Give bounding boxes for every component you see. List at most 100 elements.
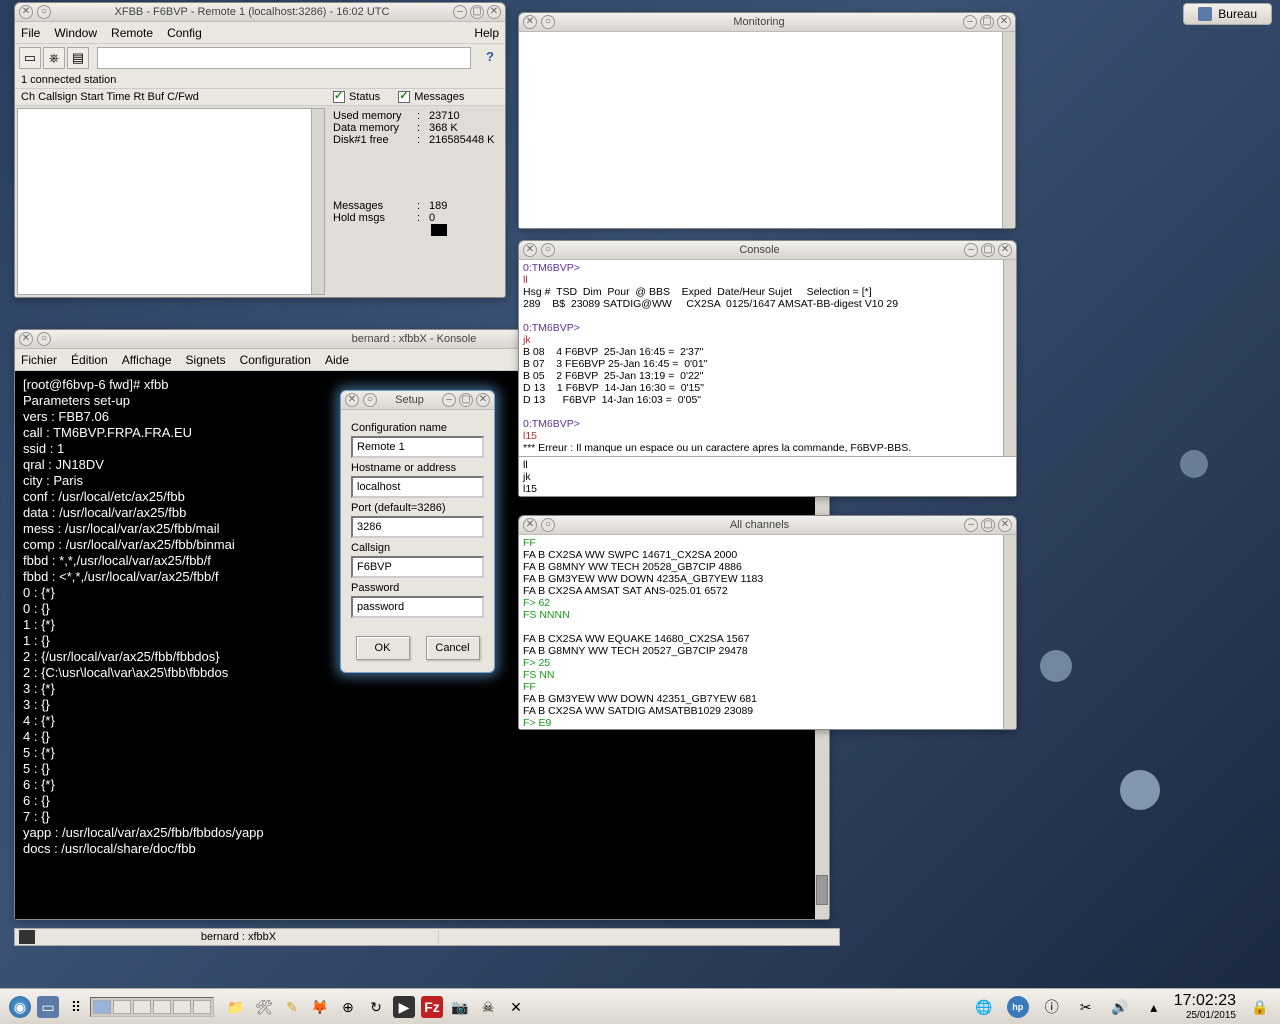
clipboard-icon[interactable]: ✂ xyxy=(1075,996,1097,1018)
panel-clock[interactable]: 17:02:23 25/01/2015 xyxy=(1174,992,1240,1021)
menu-window[interactable]: Window xyxy=(54,26,97,40)
desktop-4[interactable] xyxy=(153,1000,171,1014)
desktop-2[interactable] xyxy=(113,1000,131,1014)
window-menu-icon[interactable]: ✕ xyxy=(523,15,537,29)
menu-remote[interactable]: Remote xyxy=(111,26,153,40)
tool-icon[interactable]: ✎ xyxy=(281,996,303,1018)
maximize-icon[interactable]: ▢ xyxy=(981,243,995,257)
menu-file[interactable]: File xyxy=(21,26,40,40)
kmenu-icon[interactable]: ◉ xyxy=(9,996,31,1018)
command-input[interactable] xyxy=(97,47,471,69)
desktop-pager-button[interactable]: Bureau xyxy=(1183,3,1272,25)
window-pin-icon[interactable]: ○ xyxy=(541,518,555,532)
maximize-icon[interactable]: ▢ xyxy=(980,15,994,29)
console-output[interactable]: 0:TM6BVP> ll Hsg # TSD Dim Pour @ BBS Ex… xyxy=(519,260,1016,456)
close-icon[interactable]: ✕ xyxy=(487,5,501,19)
window-menu-icon[interactable]: ✕ xyxy=(523,518,537,532)
close-icon[interactable]: ✕ xyxy=(997,15,1011,29)
hp-icon[interactable]: hp xyxy=(1007,996,1029,1018)
minimize-icon[interactable]: – xyxy=(963,15,977,29)
host-input[interactable] xyxy=(351,476,484,498)
console-input[interactable]: ll jk l15 xyxy=(519,456,1016,496)
channels-output[interactable]: FF FA B CX2SA WW SWPC 14671_CX2SA 2000 F… xyxy=(519,535,1016,729)
setup-titlebar[interactable]: ✕ ○ Setup – ▢ ✕ xyxy=(341,391,494,410)
desktop-3[interactable] xyxy=(133,1000,151,1014)
terminal-icon[interactable]: ▶ xyxy=(393,996,415,1018)
console-scrollbar[interactable] xyxy=(1003,260,1016,456)
tool-gauge-icon[interactable]: ⎈ xyxy=(43,47,65,69)
status-checkbox[interactable]: Status xyxy=(333,91,380,103)
ok-button[interactable]: OK xyxy=(356,636,410,660)
call-input[interactable] xyxy=(351,556,484,578)
messages-checkbox[interactable]: Messages xyxy=(398,91,464,103)
cfg-input[interactable] xyxy=(351,436,484,458)
station-list[interactable] xyxy=(17,108,325,295)
menu-help[interactable]: Aide xyxy=(325,353,349,367)
window-pin-icon[interactable]: ○ xyxy=(363,393,377,407)
tray-arrow-icon[interactable]: ▴ xyxy=(1143,996,1165,1018)
menu-file[interactable]: Fichier xyxy=(21,353,57,367)
settings-icon[interactable]: 🛠 xyxy=(253,996,275,1018)
window-pin-icon[interactable]: ○ xyxy=(541,243,555,257)
activities-icon[interactable]: ⠿ xyxy=(65,996,87,1018)
hold-count: 0 xyxy=(429,212,435,224)
volume-icon[interactable]: 🔊 xyxy=(1109,996,1131,1018)
channels-scrollbar[interactable] xyxy=(1003,535,1016,729)
maximize-icon[interactable]: ▢ xyxy=(981,518,995,532)
channels-window: ✕○ All channels –▢✕ FF FA B CX2SA WW SWP… xyxy=(518,515,1017,730)
minimize-icon[interactable]: – xyxy=(453,5,467,19)
filezilla-icon[interactable]: Fz xyxy=(421,996,443,1018)
skull-icon[interactable]: ☠ xyxy=(477,996,499,1018)
firefox-icon[interactable]: 🦊 xyxy=(309,996,331,1018)
desktop-6[interactable] xyxy=(193,1000,211,1014)
tool-list-icon[interactable]: ▤ xyxy=(67,47,89,69)
tool-console-icon[interactable]: ▭ xyxy=(19,47,41,69)
menu-view[interactable]: Affichage xyxy=(122,353,172,367)
minimize-icon[interactable]: – xyxy=(964,518,978,532)
window-menu-icon[interactable]: ✕ xyxy=(19,332,33,346)
window-menu-icon[interactable]: ✕ xyxy=(345,393,359,407)
window-pin-icon[interactable]: ○ xyxy=(541,15,555,29)
window-pin-icon[interactable]: ○ xyxy=(37,332,51,346)
show-desktop-icon[interactable]: ▭ xyxy=(37,996,59,1018)
channels-titlebar[interactable]: ✕○ All channels –▢✕ xyxy=(519,516,1016,535)
port-input[interactable] xyxy=(351,516,484,538)
menu-bookmarks[interactable]: Signets xyxy=(186,353,226,367)
station-scrollbar[interactable] xyxy=(311,109,324,294)
desktop-pager[interactable] xyxy=(90,997,214,1017)
close-icon[interactable]: ✕ xyxy=(476,393,490,407)
monitoring-scrollbar[interactable] xyxy=(1002,32,1015,228)
cancel-button[interactable]: Cancel xyxy=(426,636,480,660)
help-icon[interactable]: ⊕ xyxy=(337,996,359,1018)
screenshot-icon[interactable]: 📷 xyxy=(449,996,471,1018)
close-icon[interactable]: ✕ xyxy=(998,243,1012,257)
help-icon[interactable]: ? xyxy=(479,47,501,69)
console-titlebar[interactable]: ✕○ Console –▢✕ xyxy=(519,241,1016,260)
window-pin-icon[interactable]: ○ xyxy=(37,5,51,19)
pass-input[interactable] xyxy=(351,596,484,618)
menu-config[interactable]: Config xyxy=(167,26,202,40)
messages-count: 189 xyxy=(429,200,447,212)
desktop-1[interactable] xyxy=(93,1000,111,1014)
monitoring-titlebar[interactable]: ✕○ Monitoring –▢✕ xyxy=(519,13,1015,32)
minimize-icon[interactable]: – xyxy=(442,393,456,407)
menu-edit[interactable]: Édition xyxy=(71,353,108,367)
maximize-icon[interactable]: ▢ xyxy=(459,393,473,407)
maximize-icon[interactable]: ▢ xyxy=(470,5,484,19)
app-icon[interactable]: ✕ xyxy=(505,996,527,1018)
dolphin-icon[interactable]: 📁 xyxy=(225,996,247,1018)
menu-config[interactable]: Configuration xyxy=(240,353,311,367)
xfbb-titlebar[interactable]: ✕ ○ XFBB - F6BVP - Remote 1 (localhost:3… xyxy=(15,3,505,22)
desktop-5[interactable] xyxy=(173,1000,191,1014)
minimize-icon[interactable]: – xyxy=(964,243,978,257)
menu-help[interactable]: Help xyxy=(474,26,499,40)
refresh-icon[interactable]: ↻ xyxy=(365,996,387,1018)
window-menu-icon[interactable]: ✕ xyxy=(19,5,33,19)
close-icon[interactable]: ✕ xyxy=(998,518,1012,532)
network-icon[interactable]: 🌐 xyxy=(973,996,995,1018)
taskbar-entry[interactable]: bernard : xfbbX xyxy=(14,928,840,946)
notifications-icon[interactable]: ⓘ xyxy=(1041,996,1063,1018)
window-menu-icon[interactable]: ✕ xyxy=(523,243,537,257)
monitoring-output[interactable] xyxy=(519,32,1015,228)
logout-icon[interactable]: 🔒 xyxy=(1249,996,1271,1018)
